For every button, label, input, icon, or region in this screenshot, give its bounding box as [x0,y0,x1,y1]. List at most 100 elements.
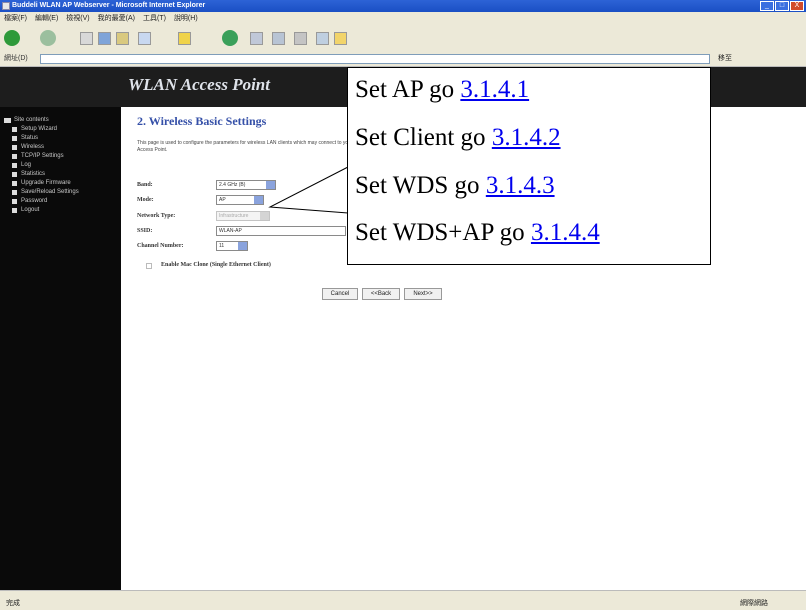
page-icon [12,127,17,132]
intro-text: This page is used to configure the param… [137,140,353,153]
page-title: WLAN Access Point [128,75,270,94]
menu-view[interactable]: 檢視(V) [66,13,89,23]
callout-text: Set WDS go [355,172,486,199]
band-select[interactable]: 2.4 GHz (B) [216,180,276,190]
mode-label: Mode: [137,197,154,203]
link-3-1-4-4[interactable]: 3.1.4.4 [531,219,600,246]
stop-icon[interactable] [80,32,93,45]
sidebar: Site contents Setup Wizard Status Wirele… [0,107,121,590]
sidebar-item-logout[interactable]: Logout [0,206,121,215]
sidebar-item-wireless[interactable]: Wireless [0,143,121,152]
page-icon [12,199,17,204]
sidebar-item-password[interactable]: Password [0,197,121,206]
sidebar-item-status[interactable]: Status [0,134,121,143]
link-3-1-4-1[interactable]: 3.1.4.1 [460,76,529,103]
sidebar-item-upgrade-firmware[interactable]: Upgrade Firmware [0,179,121,188]
home-icon[interactable] [116,32,129,45]
page-icon [12,145,17,150]
chevron-down-icon [238,242,247,250]
menu-favorites[interactable]: 我的最愛(A) [98,13,135,23]
sidebar-item-setup-wizard[interactable]: Setup Wizard [0,125,121,134]
callout-box: Set AP go 3.1.4.1 Set Client go 3.1.4.2 … [347,67,711,265]
folder-icon [4,118,11,123]
ssid-label: SSID: [137,228,153,234]
mode-select[interactable]: AP [216,195,264,205]
sidebar-item-site-contents[interactable]: Site contents [0,116,121,125]
page-icon [12,208,17,213]
sidebar-item-label: Setup Wizard [21,126,58,132]
search-icon[interactable] [138,32,151,45]
callout-line-ap: Set AP go 3.1.4.1 [355,76,529,104]
network-type-select[interactable]: Infrastructure [216,211,270,221]
refresh-icon[interactable] [98,32,111,45]
folder-icon[interactable] [334,32,347,45]
callout-text: Set Client go [355,124,492,151]
sidebar-item-label: Logout [21,207,40,213]
page-icon [12,136,17,141]
sidebar-item-tcpip-settings[interactable]: TCP/IP Settings [0,152,121,161]
page-icon [12,181,17,186]
print-icon[interactable] [294,32,307,45]
address-label: 網址(D) [4,55,28,62]
page-icon [12,190,17,195]
ssid-value: WLAN-AP [219,228,242,234]
minimize-button[interactable]: _ [760,1,774,11]
status-bar [0,590,806,610]
sidebar-item-log[interactable]: Log [0,161,121,170]
window-title: Buddeli WLAN AP Webserver - Microsoft In… [12,2,206,9]
mac-clone-label: Enable Mac Clone (Single Ethernet Client… [161,262,271,268]
sidebar-item-statistics[interactable]: Statistics [0,170,121,179]
cancel-button[interactable]: Cancel [322,288,358,300]
band-value: 2.4 GHz (B) [219,182,246,188]
ssid-input[interactable]: WLAN-AP [216,226,346,236]
history-icon[interactable] [250,32,263,45]
favorites-icon[interactable] [178,32,191,45]
channel-select[interactable]: 11 [216,241,248,251]
sidebar-item-label: Statistics [21,171,46,177]
address-input[interactable] [40,54,710,64]
sidebar-item-label: TCP/IP Settings [21,153,64,159]
menu-help[interactable]: 說明(H) [174,13,198,23]
callout-line-wds-ap: Set WDS+AP go 3.1.4.4 [355,219,600,247]
menu-bar: 檔案(F) 編輯(E) 檢視(V) 我的最愛(A) 工具(T) 說明(H) [0,12,806,24]
callout-pointer [268,166,349,214]
mode-value: AP [219,197,226,203]
menu-edit[interactable]: 編輯(E) [35,13,58,23]
callout-text: Set AP go [355,76,461,103]
page-icon [12,163,17,168]
callout-line-client: Set Client go 3.1.4.2 [355,124,561,152]
page-icon [12,172,17,177]
menu-tools[interactable]: 工具(T) [143,13,166,23]
window-controls: _ □ X [760,1,804,11]
page-icon [12,154,17,159]
sidebar-item-save-reload[interactable]: Save/Reload Settings [0,188,121,197]
ie-icon [2,2,10,10]
sidebar-item-label: Password [21,198,48,204]
sidebar-item-label: Log [21,162,32,168]
band-label: Band: [137,182,153,188]
sidebar-item-label: Site contents [14,117,49,123]
sidebar-item-label: Save/Reload Settings [21,189,79,195]
back-button[interactable]: <<Back [362,288,400,300]
maximize-button[interactable]: □ [775,1,789,11]
edit-icon[interactable] [316,32,329,45]
link-3-1-4-2[interactable]: 3.1.4.2 [492,124,561,151]
forward-icon[interactable] [40,30,56,46]
security-zone: 網際網路 [740,600,768,607]
menu-file[interactable]: 檔案(F) [4,13,27,23]
network-type-label: Network Type: [137,213,176,219]
back-icon[interactable] [4,30,20,46]
mail-icon[interactable] [272,32,285,45]
network-type-value: Infrastructure [219,213,249,219]
close-button[interactable]: X [790,1,804,11]
sidebar-item-label: Upgrade Firmware [21,180,71,186]
media-icon[interactable] [222,30,238,46]
status-text: 完成 [6,600,20,607]
sidebar-item-label: Wireless [21,144,45,150]
link-3-1-4-3[interactable]: 3.1.4.3 [486,172,555,199]
channel-value: 11 [219,243,225,249]
chevron-down-icon [254,196,263,204]
next-button[interactable]: Next>> [404,288,442,300]
go-button[interactable]: 移至 [718,54,748,64]
mac-clone-checkbox[interactable] [146,263,152,269]
